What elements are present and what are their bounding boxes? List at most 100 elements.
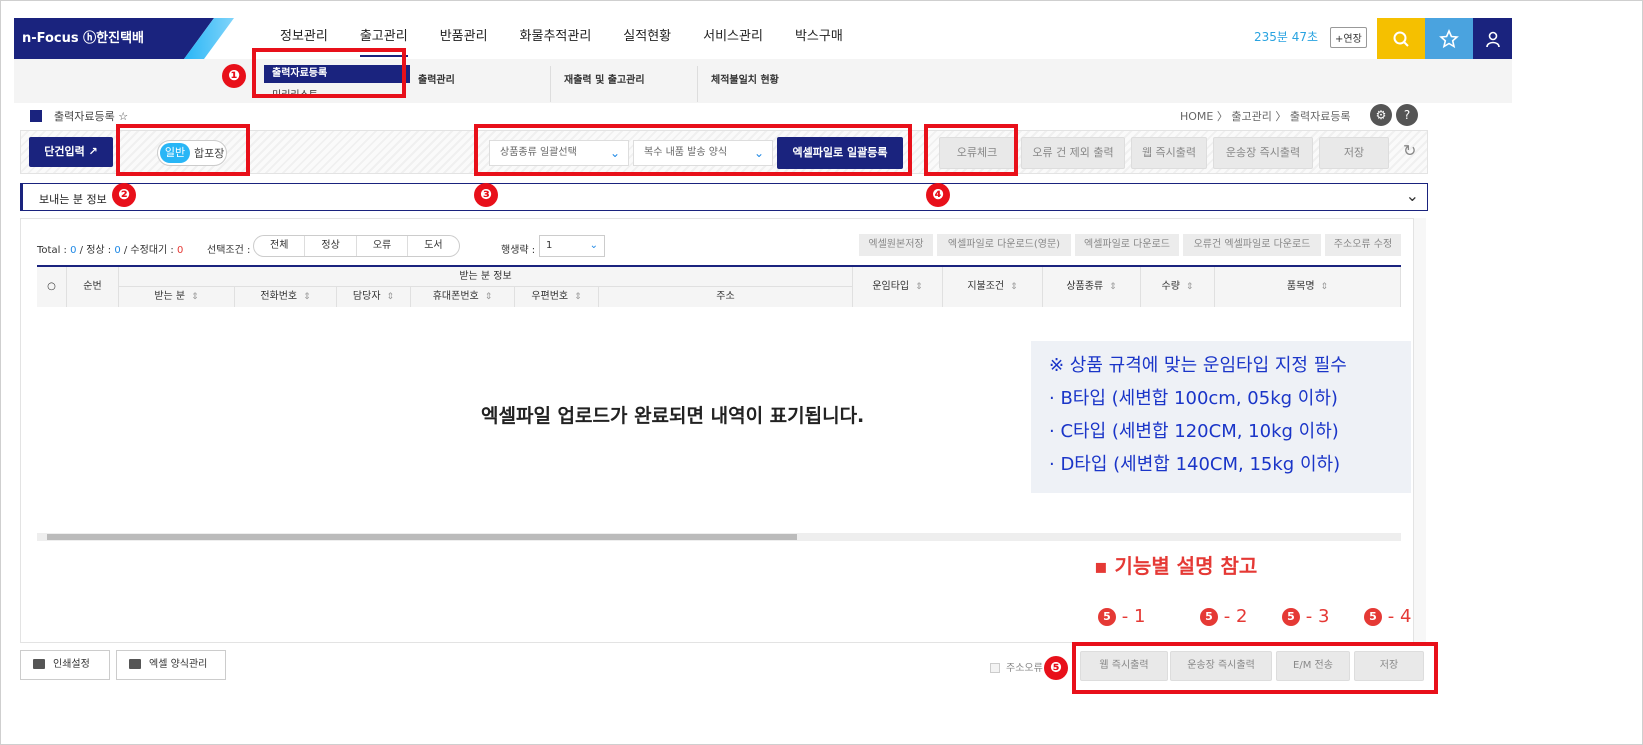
marker-5-icon: 5 — [1364, 608, 1382, 626]
download-excel-button[interactable]: 엑셀파일로 다운로드 — [1075, 234, 1179, 256]
print-excluding-errors-button[interactable]: 오류 건 제외 출력 — [1021, 137, 1125, 169]
marker-2: ❷ — [112, 183, 136, 207]
settings-icon[interactable]: ⚙ — [1370, 104, 1392, 126]
scrollbar-thumb[interactable] — [47, 534, 797, 540]
marker-5-icon: 5 — [1200, 608, 1218, 626]
filter-all[interactable]: 전체 — [254, 236, 306, 256]
favorites-button[interactable] — [1425, 18, 1473, 59]
page-title: 출력자료등록 ☆ — [54, 110, 129, 123]
marker-1: ❶ — [222, 64, 246, 88]
user-icon — [1485, 31, 1500, 47]
marker-3: ❸ — [474, 183, 498, 207]
sort-icon: ⇕ — [1185, 282, 1194, 292]
col-phone[interactable]: 전화번호 ⇕ — [235, 287, 337, 307]
app-window: n-Focus ⓗ한진택배 정보관리 출고관리 반품관리 화물추적관리 실적현황… — [14, 18, 1512, 728]
nav-tracking[interactable]: 화물추적관리 — [504, 18, 608, 59]
col-product-type[interactable]: 상품종류 ⇕ — [1043, 267, 1141, 307]
top-navigation-bar: n-Focus ⓗ한진택배 정보관리 출고관리 반품관리 화물추적관리 실적현황… — [14, 18, 1512, 59]
col-address[interactable]: 주소 — [599, 287, 853, 307]
marker-5-icon: 5 — [1282, 608, 1300, 626]
excel-format-button[interactable]: 엑셀 양식관리 — [116, 650, 226, 680]
row-skip-label: 행생략 : — [501, 245, 536, 256]
function-label-1: 5 - 1 — [1098, 606, 1145, 627]
submenu-output-management[interactable]: 출력관리 — [418, 71, 455, 86]
filter-label: 선택조건 : — [207, 245, 251, 256]
marker-4: ❹ — [926, 183, 950, 207]
highlight-box-5 — [1072, 642, 1438, 694]
external-link-icon: ↗ — [88, 145, 98, 158]
extend-session-button[interactable]: +연장 — [1330, 27, 1367, 48]
horizontal-scrollbar[interactable] — [37, 533, 1401, 541]
sort-icon: ⇕ — [574, 292, 582, 302]
chevron-down-icon: ⌄ — [589, 240, 598, 251]
col-recipient[interactable]: 받는 분 ⇕ — [119, 287, 235, 307]
col-group-recipient: 받는 분 정보 — [119, 267, 853, 287]
user-button[interactable] — [1473, 18, 1512, 59]
submenu-divider — [550, 66, 551, 102]
col-zipcode[interactable]: 우편번호 ⇕ — [515, 287, 599, 307]
print-settings-button[interactable]: 인쇄설정 — [20, 650, 110, 680]
note-line-d: · D타입 (세변합 140CM, 15kg 이하) — [1049, 454, 1341, 475]
help-icon[interactable]: ? — [1396, 104, 1418, 126]
status-summary: Total : 0 / 정상 : 0 / 수정대기 : 0 — [37, 245, 184, 256]
row-skip-select[interactable]: 1 ⌄ — [539, 235, 605, 257]
submenu-reprint[interactable]: 재출력 및 출고관리 — [564, 71, 645, 86]
nav-performance[interactable]: 실적현황 — [607, 18, 687, 59]
vertical-scrollbar[interactable] — [1414, 218, 1426, 643]
single-input-button[interactable]: 단건입력 ↗ — [29, 137, 113, 167]
note-line-c: · C타입 (세변합 120CM, 10kg 이하) — [1049, 421, 1339, 442]
sort-icon: ⇕ — [1320, 282, 1329, 292]
nav-returns[interactable]: 반품관리 — [424, 18, 504, 59]
col-item-name[interactable]: 품목명 ⇕ — [1215, 267, 1401, 307]
function-label-3: 5 - 3 — [1282, 606, 1329, 627]
sort-icon: ⇕ — [484, 292, 493, 302]
note-line-b: · B타입 (세변합 100cm, 05kg 이하) — [1049, 388, 1338, 409]
sort-icon: ⇕ — [191, 292, 199, 302]
sort-icon: ⇕ — [1010, 282, 1018, 292]
save-excel-original-button[interactable]: 엑셀원본저장 — [859, 234, 933, 256]
download-excel-english-button[interactable]: 엑셀파일로 다운로드(영문) — [937, 234, 1071, 256]
sender-info-panel[interactable]: 보내는 분 정보 ⌄ — [20, 183, 1428, 211]
printer-icon — [33, 659, 45, 669]
web-instant-print-button[interactable]: 웹 즉시출력 — [1131, 137, 1207, 169]
select-all-checkbox[interactable]: ○ — [37, 267, 67, 307]
highlight-box-3 — [474, 124, 912, 176]
function-label-4: 5 - 4 — [1364, 606, 1411, 627]
nav-box-purchase[interactable]: 박스구매 — [779, 18, 859, 59]
address-error-checkbox[interactable]: 주소오류 — [990, 659, 1043, 674]
save-button[interactable]: 저장 — [1319, 137, 1389, 169]
waybill-instant-print-button[interactable]: 운송장 즉시출력 — [1213, 137, 1313, 169]
session-timer: 235분 47초 — [1254, 30, 1319, 44]
data-grid-panel: Total : 0 / 정상 : 0 / 수정대기 : 0 선택조건 : 전체 … — [20, 218, 1414, 643]
filter-normal[interactable]: 정상 — [305, 236, 357, 256]
search-icon — [1393, 31, 1409, 47]
col-quantity[interactable]: 수량 ⇕ — [1141, 267, 1215, 307]
empty-state-message: 엑셀파일 업로드가 완료되면 내역이 표기됩니다. — [481, 405, 865, 427]
col-contact[interactable]: 담당자 ⇕ — [337, 287, 411, 307]
download-error-excel-button[interactable]: 오류건 엑셀파일로 다운로드 — [1183, 234, 1321, 256]
nav-service[interactable]: 서비스관리 — [687, 18, 779, 59]
col-payment[interactable]: 지불조건 ⇕ — [943, 267, 1043, 307]
star-icon — [1439, 28, 1459, 48]
refresh-icon[interactable]: ↻ — [1403, 141, 1416, 160]
col-fare-type[interactable]: 운임타입 ⇕ — [853, 267, 943, 307]
sort-icon: ⇕ — [386, 292, 395, 302]
favorite-star-icon[interactable]: ☆ — [118, 110, 128, 123]
brand-logo[interactable]: n-Focus ⓗ한진택배 — [14, 18, 214, 59]
breadcrumb: HOME 〉 출고관리 〉 출력자료등록 — [1180, 110, 1351, 123]
filter-error[interactable]: 오류 — [357, 236, 409, 256]
function-reference-title: ▪ 기능별 설명 참고 — [1094, 554, 1258, 578]
submenu-volume-mismatch[interactable]: 체적불일치 현황 — [711, 71, 779, 86]
fix-address-error-button[interactable]: 주소오류 수정 — [1325, 234, 1401, 256]
highlight-box-1 — [252, 48, 406, 98]
filter-island[interactable]: 도서 — [408, 236, 458, 256]
col-mobile[interactable]: 휴대폰번호 ⇕ — [411, 287, 515, 307]
checkbox-box[interactable] — [990, 663, 1000, 673]
edit-icon — [129, 659, 141, 669]
chevron-down-icon[interactable]: ⌄ — [1406, 186, 1419, 205]
table-header: ○ 순번 받는 분 정보 받는 분 ⇕ 전화번호 ⇕ 담당자 ⇕ 휴대폰번호 ⇕ 우편번… — [37, 265, 1401, 307]
sort-icon: ⇕ — [915, 282, 923, 292]
search-button[interactable] — [1377, 18, 1425, 59]
col-no: 순번 — [67, 267, 119, 307]
marker-5: ❺ — [1044, 656, 1068, 680]
